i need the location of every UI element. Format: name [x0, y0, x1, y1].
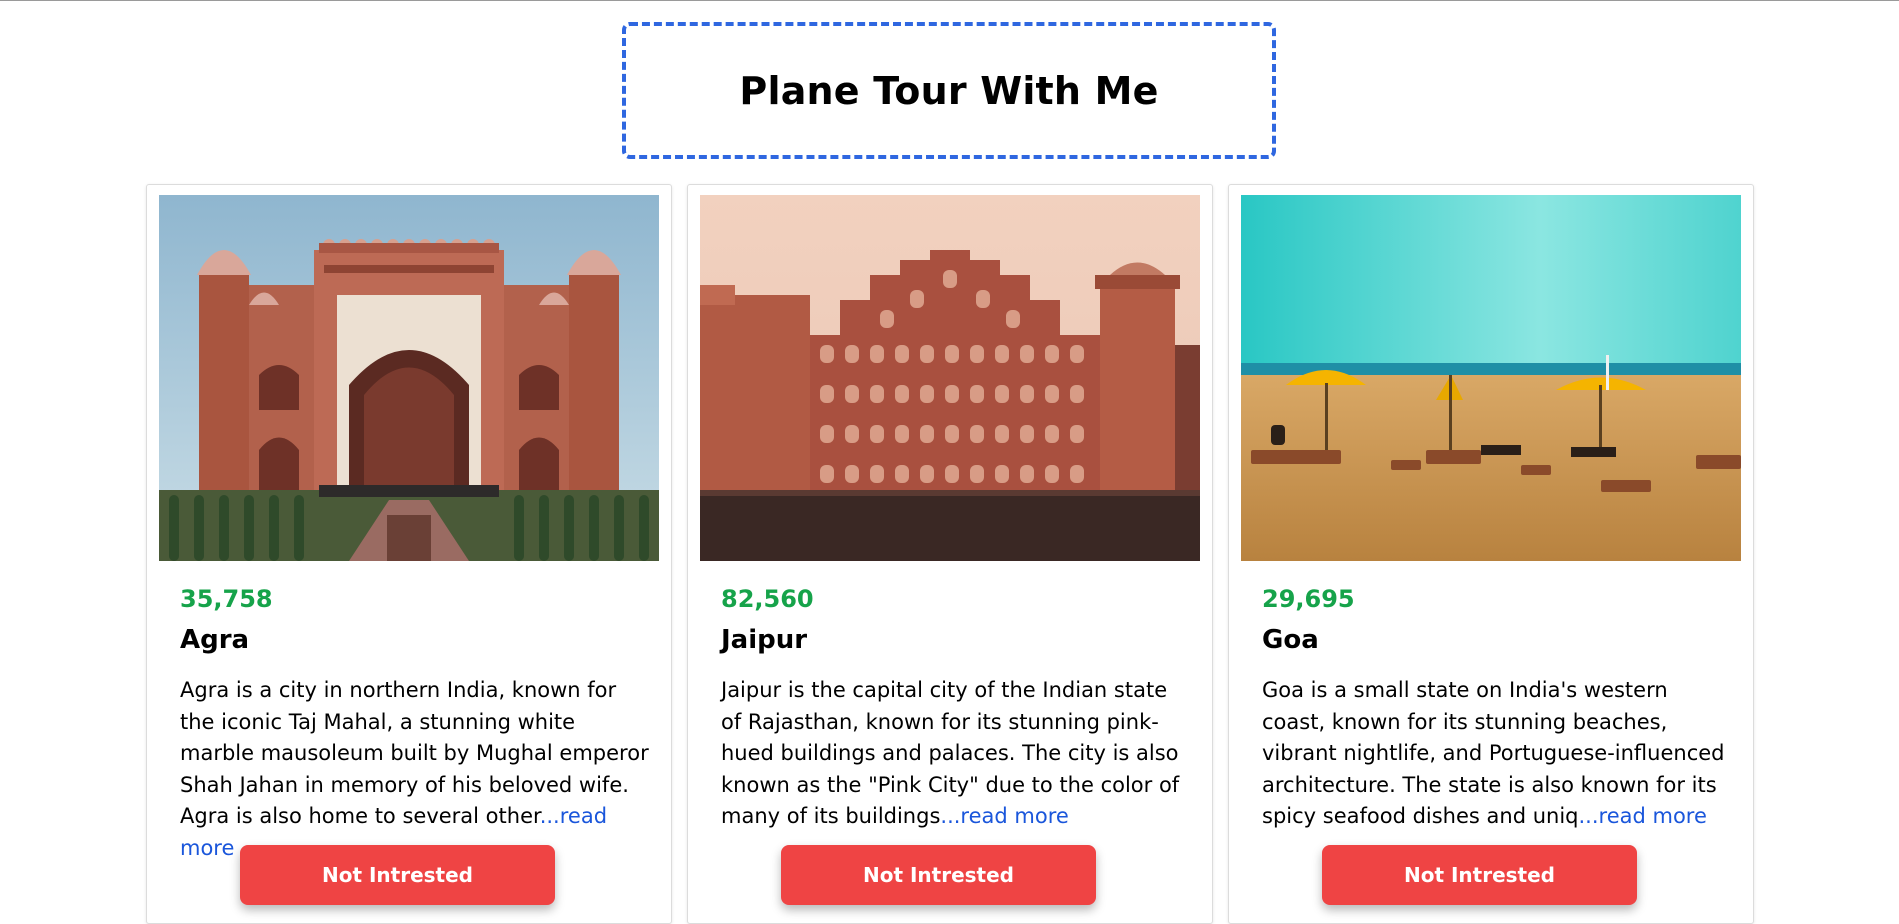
tour-city-name: Agra	[180, 625, 250, 655]
not-interested-button[interactable]: Not Intrested	[781, 845, 1096, 905]
tour-description: Goa is a small state on India's western …	[1262, 675, 1732, 833]
top-divider	[0, 0, 1899, 1]
not-interested-button[interactable]: Not Intrested	[240, 845, 555, 905]
tour-price: 29,695	[1262, 585, 1355, 613]
tour-price: 35,758	[180, 585, 273, 613]
title-banner: Plane Tour With Me	[622, 22, 1276, 159]
read-more-link[interactable]: ...read more	[940, 804, 1068, 828]
tour-city-name: Goa	[1262, 625, 1319, 655]
tour-card-goa: 29,695 Goa Goa is a small state on India…	[1228, 184, 1754, 924]
tour-price: 82,560	[721, 585, 814, 613]
tour-image-goa	[1241, 195, 1741, 561]
tour-description: Jaipur is the capital city of the Indian…	[721, 675, 1191, 833]
read-more-link[interactable]: ...read more	[1579, 804, 1707, 828]
tour-image-agra	[159, 195, 659, 561]
tour-card-jaipur: 82,560 Jaipur Jaipur is the capital city…	[687, 184, 1213, 924]
not-interested-button[interactable]: Not Intrested	[1322, 845, 1637, 905]
tour-image-jaipur	[700, 195, 1200, 561]
tour-card-agra: 35,758 Agra Agra is a city in northern I…	[146, 184, 672, 924]
tour-description: Agra is a city in northern India, known …	[180, 675, 650, 865]
tour-city-name: Jaipur	[721, 625, 808, 655]
page-title: Plane Tour With Me	[739, 68, 1159, 113]
